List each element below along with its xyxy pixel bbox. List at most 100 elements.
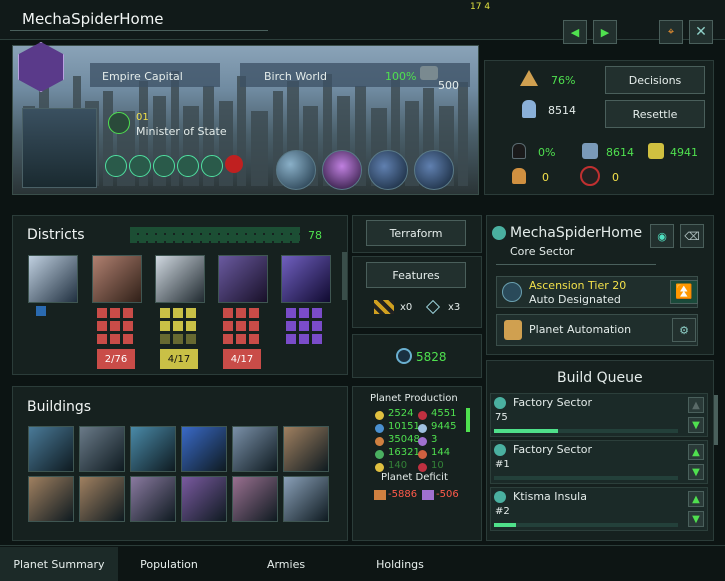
district-industrial-label: 2/76 [97,349,135,369]
close-button[interactable]: ✕ [689,20,713,44]
tab-holdings[interactable]: Holdings [350,547,450,581]
sector-button[interactable]: ◉ [650,224,674,248]
moon-icon-3[interactable] [368,150,408,190]
blocker-icon [374,300,394,314]
move-down-button[interactable]: ▼ [688,464,704,480]
job-slot [110,308,120,318]
moon-icon-4[interactable] [414,150,454,190]
job-slot [123,308,133,318]
job-slot [312,334,322,344]
building-slot[interactable] [28,476,74,522]
move-down-button[interactable]: ▼ [688,417,704,433]
move-up-button[interactable]: ▲ [688,444,704,460]
delete-button[interactable]: ⌫ [680,224,704,248]
building-slot[interactable] [232,476,278,522]
energy-icon [396,348,412,364]
job-slot [173,321,183,331]
leader-portrait[interactable] [22,108,97,188]
district-city-tile[interactable] [28,255,78,303]
population-value: 8514 [548,104,576,117]
production-value: 2524 [388,408,414,419]
job-slot [160,321,170,331]
tab-population[interactable]: Population [118,547,220,581]
ascend-button[interactable]: ⏫ [670,280,698,304]
next-planet-button[interactable]: ▶ [593,20,617,44]
prev-planet-button[interactable]: ◀ [563,20,587,44]
queue-progress-fill [494,523,516,527]
district-generator-label: 4/17 [160,349,198,369]
production-icon [418,437,427,446]
building-slot[interactable] [283,476,329,522]
district-generator-tile[interactable] [155,255,205,303]
deficit-title: Planet Deficit [381,472,448,483]
job-slot [97,334,107,344]
resettle-button[interactable]: Resettle [605,100,705,128]
job-slot [236,334,246,344]
moon-icon-2[interactable] [322,150,362,190]
tab-planet-summary[interactable]: Planet Summary [0,547,118,581]
tab-armies[interactable]: Armies [238,547,334,581]
job-slot [236,308,246,318]
job-slot [249,334,259,344]
housing-icon [580,166,600,186]
move-up-button[interactable]: ▲ [688,397,704,413]
population-icon [522,100,536,118]
job-slot [286,321,296,331]
automation-icon [504,320,522,340]
building-slot[interactable] [130,426,176,472]
move-down-button[interactable]: ▼ [688,511,704,527]
district-mining-label: 4/17 [223,349,261,369]
job-slot [97,321,107,331]
moon-icon-1[interactable] [276,150,316,190]
planet-type: Birch World [264,70,327,83]
job-icon [129,155,151,177]
sector-divider [496,264,656,265]
building-slot[interactable] [79,426,125,472]
job-slot [110,334,120,344]
job-slot [186,334,196,344]
building-slot[interactable] [130,476,176,522]
production-scrollbar[interactable] [466,408,470,432]
building-slot[interactable] [181,426,227,472]
production-value: 4551 [431,408,457,419]
sector-icon [492,226,506,240]
production-panel [352,386,482,541]
production-value: 10 [431,460,444,471]
district-mining-tile[interactable] [218,255,268,303]
districts-scrollbar[interactable] [342,252,347,300]
building-slot[interactable] [28,426,74,472]
job-slot [186,308,196,318]
job-slot [286,334,296,344]
building-slot[interactable] [232,426,278,472]
district-research-tile[interactable] [281,255,331,303]
decisions-button[interactable]: Decisions [605,66,705,94]
automation-settings-button[interactable]: ⚙ [672,318,696,342]
production-value: 10151 [388,421,420,432]
production-icon [418,411,427,420]
queue-item-name: Factory Sector [513,396,593,409]
building-slot[interactable] [79,476,125,522]
move-up-button[interactable]: ▲ [688,491,704,507]
job-slot [299,334,309,344]
deficit-icon-1 [374,490,386,500]
features-button[interactable]: Features [366,262,466,288]
buildings-title: Buildings [27,399,92,415]
crime-icon [512,143,526,159]
building-slot[interactable] [283,426,329,472]
district-industrial-tile[interactable] [92,255,142,303]
sector-name: MechaSpiderHome [510,225,643,241]
leader-level: 01 [136,112,149,123]
terraform-button[interactable]: Terraform [366,220,466,246]
job-slot [186,321,196,331]
job-slot [97,308,107,318]
building-slot[interactable] [181,476,227,522]
crime-value: 0% [538,146,556,159]
district-city-marker [36,306,46,316]
focus-camera-button[interactable]: ⌖ [659,20,683,44]
job-slot [173,308,183,318]
job-slot [223,321,233,331]
stability-value: 76% [551,74,576,87]
queue-scrollbar[interactable] [714,395,718,445]
production-icon [375,450,384,459]
job-slot [299,308,309,318]
